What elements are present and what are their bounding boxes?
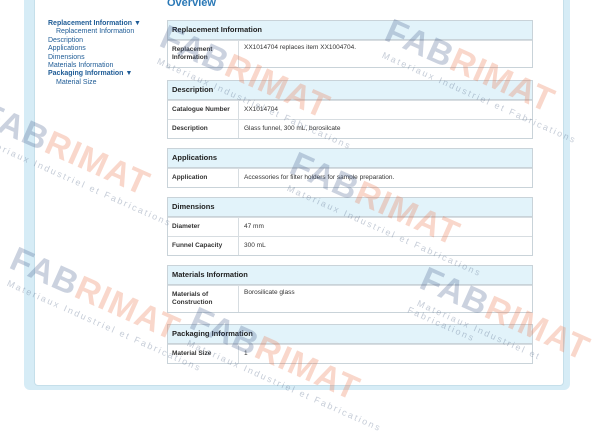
- page-title: Overview: [167, 0, 216, 9]
- nav-link[interactable]: Dimensions: [48, 54, 85, 61]
- section-applications: Applications Application Accessories for…: [167, 148, 533, 188]
- table-row: Diameter 47 mm: [168, 217, 532, 236]
- row-label: Application: [168, 169, 239, 187]
- row-value: Accessories for filter holders for sampl…: [244, 174, 395, 181]
- row-value: XX1014704 replaces item XX1004704.: [244, 44, 357, 51]
- nav-link[interactable]: Applications: [48, 45, 86, 52]
- nav-item-dimensions[interactable]: Dimensions: [48, 54, 158, 62]
- section-title: Description: [168, 81, 532, 100]
- table-row: Funnel Capacity 300 mL: [168, 236, 532, 255]
- table-row: Replacement Information XX1014704 replac…: [168, 40, 532, 67]
- nav-link[interactable]: Description: [48, 37, 83, 44]
- table-row: Description Glass funnel, 300 mL, borosi…: [168, 119, 532, 138]
- table-row: Application Accessories for filter holde…: [168, 168, 532, 187]
- row-value: Borosilicate glass: [244, 289, 295, 296]
- section-title: Applications: [168, 149, 532, 168]
- nav-link[interactable]: Material Size: [56, 79, 96, 86]
- caret-down-icon[interactable]: ▼: [125, 70, 132, 77]
- row-label: Materials of Construction: [168, 286, 239, 312]
- row-label: Catalogue Number: [168, 101, 239, 119]
- section-replacement-information: Replacement Information Replacement Info…: [167, 20, 533, 68]
- nav-subitem-replacement-information[interactable]: Replacement Information: [48, 28, 158, 36]
- row-label: Replacement Information: [168, 41, 239, 67]
- section-title: Replacement Information: [168, 21, 532, 40]
- nav-subitem-material-size[interactable]: Material Size: [48, 79, 158, 87]
- caret-down-icon[interactable]: ▼: [134, 20, 141, 27]
- row-value: XX1014704: [244, 106, 278, 113]
- row-label: Funnel Capacity: [168, 237, 239, 255]
- row-value: 300 mL: [244, 242, 266, 249]
- table-row: Materials of Construction Borosilicate g…: [168, 285, 532, 312]
- table-row: Catalogue Number XX1014704: [168, 100, 532, 119]
- nav-link[interactable]: Replacement Information: [56, 28, 134, 35]
- section-title: Dimensions: [168, 198, 532, 217]
- nav-item-replacement-information[interactable]: Replacement Information ▼: [48, 20, 158, 28]
- row-label: Description: [168, 120, 239, 138]
- nav-link[interactable]: Materials Information: [48, 62, 113, 69]
- section-title: Packaging Information: [168, 325, 532, 344]
- table-row: Material Size 1: [168, 344, 532, 363]
- nav-item-materials-information[interactable]: Materials Information: [48, 62, 158, 70]
- section-packaging-information: Packaging Information Material Size 1: [167, 324, 533, 364]
- section-dimensions: Dimensions Diameter 47 mm Funnel Capacit…: [167, 197, 533, 256]
- nav-item-applications[interactable]: Applications: [48, 45, 158, 53]
- row-value: 1: [244, 350, 248, 357]
- sidebar-nav: Replacement Information ▼ Replacement Inf…: [48, 20, 158, 87]
- row-value: 47 mm: [244, 223, 264, 230]
- row-label: Material Size: [168, 345, 239, 363]
- row-label: Diameter: [168, 218, 239, 236]
- row-value: Glass funnel, 300 mL, borosilcate: [244, 125, 341, 132]
- nav-item-packaging-information[interactable]: Packaging Information ▼: [48, 70, 158, 78]
- section-materials-information: Materials Information Materials of Const…: [167, 265, 533, 313]
- nav-link[interactable]: Packaging Information: [48, 70, 123, 77]
- section-description: Description Catalogue Number XX1014704 D…: [167, 80, 533, 139]
- section-title: Materials Information: [168, 266, 532, 285]
- nav-item-description[interactable]: Description: [48, 37, 158, 45]
- nav-link[interactable]: Replacement Information: [48, 20, 132, 27]
